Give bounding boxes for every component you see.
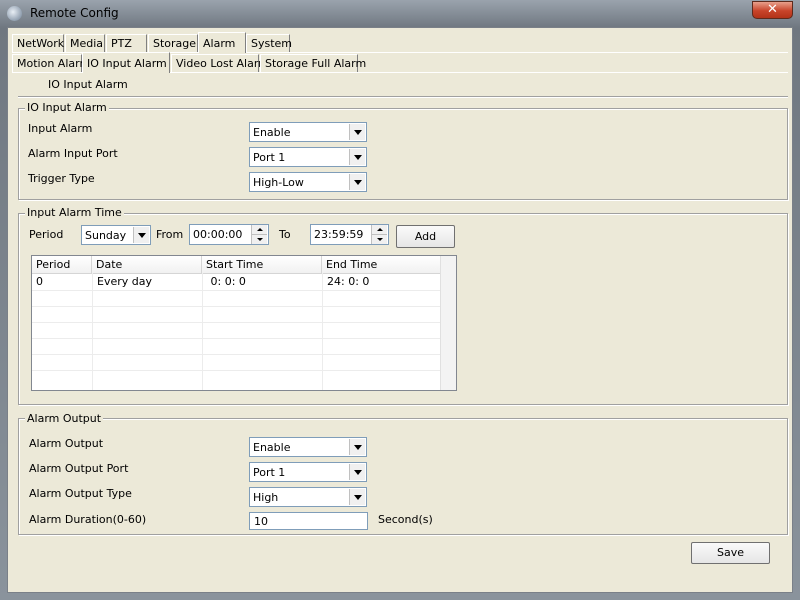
alarm-output-port-select[interactable]: Port 1 <box>249 462 367 482</box>
to-time-spinner[interactable]: 23:59:59 <box>310 224 389 245</box>
from-time-value: 00:00:00 <box>193 228 243 241</box>
period-select[interactable]: Sunday <box>81 225 151 245</box>
column-header-end-time[interactable]: End Time <box>322 256 442 273</box>
grid-line <box>32 370 442 371</box>
duration-unit-label: Second(s) <box>378 513 433 526</box>
alarm-output-label: Alarm Output <box>29 437 104 450</box>
alarm-duration-input[interactable]: 10 <box>249 512 368 530</box>
column-header-period[interactable]: Period <box>32 256 92 273</box>
grid-line <box>32 354 442 355</box>
cell-period: 0 <box>36 275 43 288</box>
table-header: Period Date Start Time End Time <box>32 256 442 274</box>
alarm-input-port-value: Port 1 <box>253 151 286 164</box>
input-alarm-label: Input Alarm <box>28 122 93 135</box>
alarm-output-value: Enable <box>253 441 291 454</box>
spin-up-icon[interactable] <box>251 225 267 235</box>
client-area: NetWork Media PTZ Storage Alarm System M… <box>7 27 793 593</box>
tab-storage-full-alarm[interactable]: Storage Full Alarm <box>260 54 366 72</box>
save-button[interactable]: Save <box>691 542 770 564</box>
chevron-down-icon[interactable] <box>133 227 149 243</box>
column-header-start-time[interactable]: Start Time <box>202 256 322 273</box>
chevron-down-icon[interactable] <box>349 124 365 140</box>
tab-motion-alarm[interactable]: Motion Alarm <box>12 54 90 72</box>
period-label: Period <box>29 228 64 241</box>
chevron-down-icon[interactable] <box>349 464 365 480</box>
from-label: From <box>156 228 184 241</box>
alarm-time-table: Period Date Start Time End Time 0 Every … <box>31 255 457 391</box>
cell-end-time: 24: 0: 0 <box>327 275 370 288</box>
tab-media[interactable]: Media <box>65 34 105 52</box>
alarm-output-type-value: High <box>253 491 279 504</box>
main-tab-strip: NetWork Media PTZ Storage Alarm System <box>12 32 792 53</box>
trigger-type-select[interactable]: High-Low <box>249 172 367 192</box>
grid-line <box>32 306 442 307</box>
cell-date: Every day <box>97 275 152 288</box>
alarm-input-port-select[interactable]: Port 1 <box>249 147 367 167</box>
tab-video-lost-alarm[interactable]: Video Lost Alarm <box>171 54 269 72</box>
column-header-date[interactable]: Date <box>92 256 202 273</box>
tab-storage[interactable]: Storage <box>148 34 198 52</box>
chevron-down-icon[interactable] <box>349 149 365 165</box>
chevron-down-icon[interactable] <box>349 489 365 505</box>
alarm-duration-label: Alarm Duration(0-60) <box>29 513 147 526</box>
tab-io-input-alarm[interactable]: IO Input Alarm <box>82 52 170 73</box>
spin-up-icon[interactable] <box>371 225 387 235</box>
table-scrollbar[interactable] <box>440 256 456 390</box>
tab-alarm[interactable]: Alarm <box>198 32 246 53</box>
grid-line <box>32 290 442 291</box>
io-input-alarm-legend: IO Input Alarm <box>25 101 109 114</box>
page-title: IO Input Alarm <box>48 78 128 91</box>
grid-line <box>32 322 442 323</box>
alarm-output-legend: Alarm Output <box>25 412 104 425</box>
grid-line <box>92 273 93 390</box>
to-label: To <box>279 228 291 241</box>
grid-line <box>32 338 442 339</box>
input-alarm-select[interactable]: Enable <box>249 122 367 142</box>
input-alarm-value: Enable <box>253 126 291 139</box>
alarm-output-type-select[interactable]: High <box>249 487 367 507</box>
header-separator <box>18 96 788 98</box>
tab-system[interactable]: System <box>246 34 292 52</box>
period-value: Sunday <box>85 229 127 242</box>
add-button[interactable]: Add <box>396 225 455 248</box>
chevron-down-icon[interactable] <box>349 174 365 190</box>
alarm-input-port-label: Alarm Input Port <box>28 147 118 160</box>
from-time-spinner[interactable]: 00:00:00 <box>189 224 269 245</box>
chevron-down-icon[interactable] <box>349 439 365 455</box>
close-button[interactable]: ✕ <box>752 1 793 19</box>
grid-line <box>322 273 323 390</box>
spin-down-icon[interactable] <box>251 235 267 244</box>
sub-tab-strip: Motion Alarm IO Input Alarm Video Lost A… <box>12 52 792 73</box>
close-icon: ✕ <box>767 2 778 17</box>
io-input-alarm-group <box>18 108 788 200</box>
alarm-duration-value: 10 <box>254 515 268 528</box>
grid-line <box>202 273 203 390</box>
alarm-output-type-label: Alarm Output Type <box>29 487 132 500</box>
window-title: Remote Config <box>30 6 119 20</box>
to-time-value: 23:59:59 <box>314 228 364 241</box>
cell-start-time: 0: 0: 0 <box>207 275 246 288</box>
spin-down-icon[interactable] <box>371 235 387 244</box>
remote-config-window: Remote Config ✕ NetWork Media PTZ Storag… <box>0 0 800 600</box>
title-bar[interactable]: Remote Config ✕ <box>0 0 800 27</box>
tab-ptz[interactable]: PTZ <box>106 34 147 52</box>
trigger-type-value: High-Low <box>253 176 304 189</box>
alarm-output-port-label: Alarm Output Port <box>29 462 129 475</box>
alarm-output-select[interactable]: Enable <box>249 437 367 457</box>
trigger-type-label: Trigger Type <box>28 172 95 185</box>
app-icon <box>7 6 22 21</box>
tab-network[interactable]: NetWork <box>12 34 64 52</box>
alarm-output-port-value: Port 1 <box>253 466 286 479</box>
input-alarm-time-legend: Input Alarm Time <box>25 206 124 219</box>
